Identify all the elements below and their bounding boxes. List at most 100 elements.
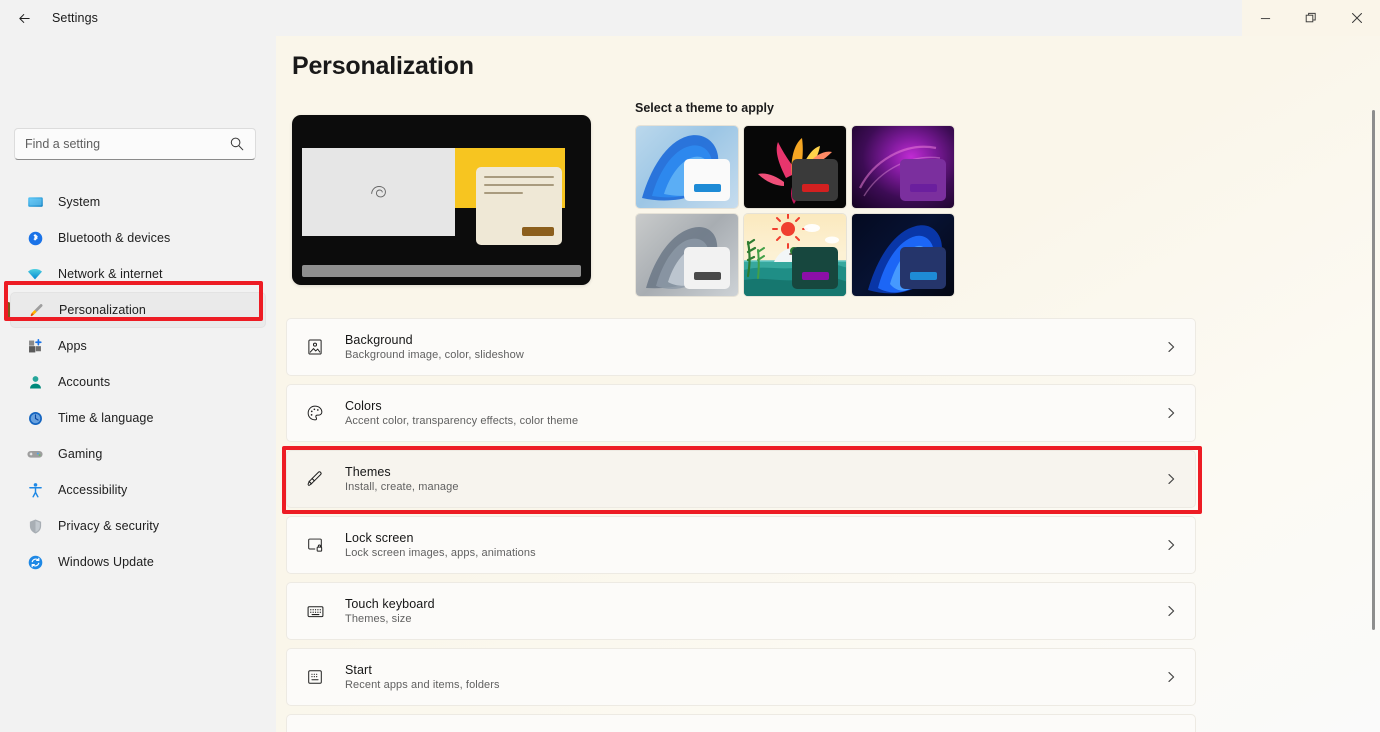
page-title: Personalization bbox=[292, 52, 474, 80]
settings-row-text: Background Background image, color, slid… bbox=[345, 333, 524, 361]
update-icon bbox=[26, 553, 44, 571]
sidebar-item-system[interactable]: System bbox=[10, 184, 266, 220]
sidebar-item-bluetooth-devices[interactable]: Bluetooth & devices bbox=[10, 220, 266, 256]
preview-window bbox=[302, 148, 455, 236]
settings-row-subtitle: Install, create, manage bbox=[345, 481, 459, 493]
sidebar-item-accessibility[interactable]: Accessibility bbox=[10, 472, 266, 508]
settings-window: Settings Find a setting System Bluetooth… bbox=[0, 0, 1380, 732]
theme-accent-swatch bbox=[909, 184, 937, 192]
bluetooth-icon bbox=[26, 229, 44, 247]
sidebar-item-label: Personalization bbox=[59, 303, 146, 317]
theme-thumbnail[interactable] bbox=[743, 213, 847, 297]
back-button[interactable] bbox=[6, 2, 42, 34]
theme-picker-label: Select a theme to apply bbox=[635, 101, 774, 115]
chevron-right-icon bbox=[1168, 408, 1175, 418]
search-box[interactable] bbox=[14, 128, 256, 160]
chevron-right-icon bbox=[1168, 342, 1175, 352]
settings-row-themes[interactable]: Themes Install, create, manage bbox=[282, 446, 1202, 514]
apps-icon bbox=[26, 337, 44, 355]
paintbrush-icon bbox=[304, 468, 326, 490]
start-icon bbox=[304, 666, 326, 688]
sidebar-item-apps[interactable]: Apps bbox=[10, 328, 266, 364]
theme-accent-swatch bbox=[693, 272, 721, 280]
theme-thumbnail-grid bbox=[635, 125, 955, 297]
settings-row-background[interactable]: Background Background image, color, slid… bbox=[286, 318, 1196, 376]
theme-card-preview bbox=[900, 159, 946, 201]
keyboard-icon bbox=[304, 600, 326, 622]
sidebar-item-accounts[interactable]: Accounts bbox=[10, 364, 266, 400]
sidebar-item-label: Time & language bbox=[58, 411, 154, 425]
settings-row-text: Colors Accent color, transparency effect… bbox=[345, 399, 578, 427]
app-title: Settings bbox=[52, 11, 98, 25]
sidebar-item-label: Bluetooth & devices bbox=[58, 231, 171, 245]
settings-list: Background Background image, color, slid… bbox=[282, 318, 1202, 732]
sidebar-item-windows-update[interactable]: Windows Update bbox=[10, 544, 266, 580]
close-button[interactable] bbox=[1334, 0, 1380, 36]
settings-row-lock-screen[interactable]: Lock screen Lock screen images, apps, an… bbox=[286, 516, 1196, 574]
system-icon bbox=[26, 193, 44, 211]
theme-thumbnail[interactable] bbox=[851, 213, 955, 297]
sidebar-item-label: Privacy & security bbox=[58, 519, 160, 533]
search-input[interactable] bbox=[25, 137, 229, 151]
settings-row-colors[interactable]: Colors Accent color, transparency effect… bbox=[286, 384, 1196, 442]
preview-taskbar bbox=[302, 265, 581, 277]
theme-accent-swatch bbox=[801, 184, 829, 192]
accounts-icon bbox=[26, 373, 44, 391]
preview-doc-button bbox=[522, 227, 554, 236]
palette-icon bbox=[304, 402, 326, 424]
sidebar-item-privacy-security[interactable]: Privacy & security bbox=[10, 508, 266, 544]
theme-card-preview bbox=[684, 247, 730, 289]
chevron-right-icon bbox=[1168, 672, 1175, 682]
sidebar-item-label: Network & internet bbox=[58, 267, 163, 281]
settings-row-touch-keyboard[interactable]: Touch keyboard Themes, size bbox=[286, 582, 1196, 640]
back-arrow-icon bbox=[18, 13, 30, 23]
settings-row-taskbar[interactable]: Taskbar bbox=[286, 714, 1196, 732]
minimize-button[interactable] bbox=[1242, 0, 1288, 36]
image-icon bbox=[304, 336, 326, 358]
theme-accent-swatch bbox=[693, 184, 721, 192]
sidebar-item-time-language[interactable]: Time & language bbox=[10, 400, 266, 436]
theme-accent-swatch bbox=[801, 272, 829, 280]
search-container bbox=[14, 128, 256, 160]
main-content: Personalization Select a theme to apply bbox=[276, 36, 1380, 732]
theme-thumbnail[interactable] bbox=[743, 125, 847, 209]
settings-row-title: Background bbox=[345, 333, 413, 347]
sidebar-item-label: Accessibility bbox=[58, 483, 128, 497]
sidebar-nav: System Bluetooth & devices Network & int… bbox=[10, 184, 266, 580]
theme-preview bbox=[292, 115, 591, 285]
preview-doc-line bbox=[484, 192, 523, 194]
theme-thumbnail[interactable] bbox=[851, 125, 955, 209]
preview-doc-line bbox=[484, 176, 554, 178]
settings-row-text: Start Recent apps and items, folders bbox=[345, 663, 500, 691]
sidebar-item-gaming[interactable]: Gaming bbox=[10, 436, 266, 472]
settings-row-subtitle: Themes, size bbox=[345, 613, 412, 625]
chevron-right-icon bbox=[1168, 474, 1175, 484]
theme-card-preview bbox=[792, 247, 838, 289]
settings-row-subtitle: Accent color, transparency effects, colo… bbox=[345, 415, 579, 427]
chevron-right-icon bbox=[1168, 606, 1175, 616]
vertical-scrollbar[interactable] bbox=[1370, 110, 1377, 730]
scrollbar-thumb[interactable] bbox=[1372, 110, 1375, 630]
settings-row-subtitle: Lock screen images, apps, animations bbox=[345, 547, 536, 559]
title-bar: Settings bbox=[0, 0, 1380, 36]
settings-row-text: Lock screen Lock screen images, apps, an… bbox=[345, 531, 536, 559]
theme-card-preview bbox=[684, 159, 730, 201]
restore-icon bbox=[1305, 12, 1316, 23]
sidebar-item-label: System bbox=[58, 195, 101, 209]
settings-row-subtitle: Recent apps and items, folders bbox=[345, 679, 500, 691]
sidebar-item-label: Apps bbox=[58, 339, 87, 353]
sidebar-item-network-internet[interactable]: Network & internet bbox=[10, 256, 266, 292]
theme-thumbnail[interactable] bbox=[635, 125, 739, 209]
theme-card-preview bbox=[900, 247, 946, 289]
settings-row-start[interactable]: Start Recent apps and items, folders bbox=[286, 648, 1196, 706]
theme-accent-swatch bbox=[909, 272, 937, 280]
settings-row-title: Start bbox=[345, 663, 372, 677]
search-icon bbox=[230, 137, 244, 151]
minimize-icon bbox=[1260, 17, 1270, 19]
shield-icon bbox=[26, 517, 44, 535]
sidebar-item-personalization[interactable]: Personalization bbox=[10, 292, 266, 328]
theme-thumbnail[interactable] bbox=[635, 213, 739, 297]
settings-row-text: Themes Install, create, manage bbox=[345, 465, 459, 493]
restore-button[interactable] bbox=[1288, 0, 1334, 36]
gamepad-icon bbox=[26, 445, 44, 463]
